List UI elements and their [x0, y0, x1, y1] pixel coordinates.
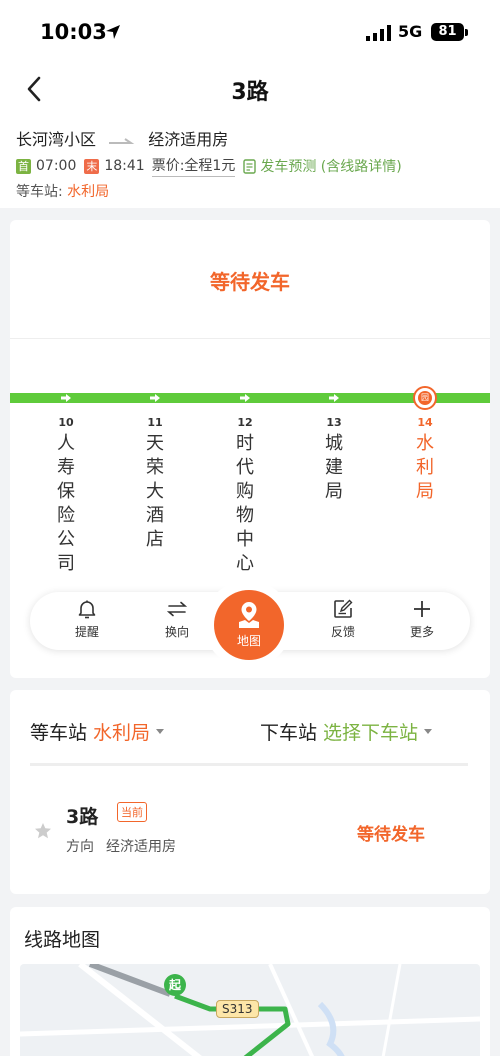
stop-number: 10	[58, 416, 74, 429]
stop-item[interactable]: 13 城建局	[314, 416, 354, 504]
status-time: 10:03	[40, 20, 107, 44]
alight-station-selector[interactable]: 下车站 选择下车站	[260, 718, 433, 745]
direction-label: 方向	[66, 839, 94, 855]
battery-cap	[465, 29, 468, 36]
route-from: 长河湾小区	[16, 130, 97, 149]
road-label: S313	[216, 1000, 259, 1018]
direction-arrow-icon	[61, 394, 71, 402]
route-map-title: 线路地图	[24, 929, 101, 951]
swap-arrows-icon	[166, 601, 188, 617]
map-button[interactable]: 地图	[214, 590, 284, 660]
route-to: 经济适用房	[148, 130, 229, 149]
map-pin-icon	[239, 602, 259, 628]
more-button[interactable]: 更多	[392, 598, 452, 640]
forecast-link[interactable]: 发车预测 (含线路详情)	[243, 156, 402, 176]
alight-station-label: 下车站	[260, 722, 318, 744]
divider	[30, 763, 468, 766]
header-section: 10:03 5G 81 3路 长河湾小区 经济适用房 首 07:00 末 18:…	[0, 0, 500, 208]
plus-icon	[414, 601, 430, 617]
direction-arrow-icon	[240, 394, 250, 402]
direction-value: 经济适用房	[106, 839, 176, 855]
more-label: 更多	[409, 625, 434, 639]
feedback-label: 反馈	[330, 625, 355, 639]
stop-number: 13	[326, 416, 342, 429]
page-title: 3路	[231, 80, 269, 105]
route-map[interactable]: 起 S313	[20, 964, 480, 1056]
departure-status: 等待发车	[210, 270, 290, 294]
star-icon[interactable]	[34, 822, 52, 840]
reverse-button[interactable]: 换向	[147, 598, 207, 640]
remind-button[interactable]: 提醒	[57, 598, 117, 640]
station-select-panel: 等车站 水利局 下车站 选择下车站 3路 当前 方向 经济适用房 等待发车	[10, 690, 490, 894]
reverse-label: 换向	[164, 625, 189, 639]
first-bus-time: 07:00	[36, 158, 77, 174]
my-station-pin-icon: 园	[413, 386, 437, 410]
route-map-panel: 线路地图 起 S313	[10, 907, 490, 1056]
route-arrow-icon	[109, 137, 135, 144]
remind-label: 提醒	[74, 625, 99, 639]
bell-icon	[78, 600, 96, 619]
stop-name: 水利局	[416, 433, 434, 502]
document-icon	[243, 158, 257, 174]
bus-direction: 方向 经济适用房	[66, 836, 176, 856]
stop-number: 14	[417, 416, 433, 429]
direction-arrow-icon	[150, 394, 160, 402]
network-type: 5G	[398, 22, 423, 41]
start-marker: 起	[164, 974, 186, 996]
stop-name: 城建局	[325, 433, 343, 502]
direction-arrow-icon	[329, 394, 339, 402]
stop-number: 12	[237, 416, 253, 429]
wait-station-label: 等车站	[30, 722, 88, 744]
edit-icon	[334, 599, 353, 618]
wait-station-value[interactable]: 水利局	[67, 184, 109, 200]
wait-station-value: 水利局	[93, 722, 151, 744]
first-bus-tag: 首	[16, 158, 31, 174]
pin-label: 园	[418, 391, 432, 405]
bus-line-name: 3路	[66, 806, 99, 828]
line-panel: 等待发车 园 10 人寿保险公司 11 天荣大酒店 12 时代购物中心 13 城…	[10, 220, 490, 678]
stop-name: 天荣大酒店	[146, 433, 164, 550]
fare-link[interactable]: 票价:全程1元	[151, 155, 236, 177]
stop-name: 人寿保险公司	[57, 433, 75, 574]
alight-station-value: 选择下车站	[323, 722, 419, 744]
wait-station-line: 等车站: 水利局	[16, 181, 109, 201]
route-endpoints: 长河湾小区 经济适用房	[16, 126, 228, 150]
forecast-label: 发车预测 (含线路详情)	[260, 159, 402, 175]
battery-icon: 81	[431, 23, 464, 41]
feedback-button[interactable]: 反馈	[313, 598, 373, 640]
stop-item[interactable]: 10 人寿保险公司	[46, 416, 86, 576]
last-bus-tag: 末	[84, 158, 100, 174]
chevron-down-icon	[156, 729, 165, 734]
current-badge: 当前	[117, 802, 147, 822]
stop-item[interactable]: 12 时代购物中心	[225, 416, 265, 576]
wait-station-label: 等车站:	[16, 184, 63, 200]
stop-number: 11	[147, 416, 163, 429]
stop-name: 时代购物中心	[236, 433, 254, 574]
stop-item-current[interactable]: 14 水利局	[405, 416, 445, 504]
stop-item[interactable]: 11 天荣大酒店	[135, 416, 175, 552]
map-label: 地图	[236, 634, 261, 648]
divider	[10, 338, 490, 339]
chevron-down-icon	[424, 729, 433, 734]
signal-icon	[366, 25, 391, 41]
route-info: 首 07:00 末 18:41 票价:全程1元 发车预测 (含线路详情)	[16, 155, 402, 177]
wait-station-selector[interactable]: 等车站 水利局	[30, 718, 165, 745]
bus-status: 等待发车	[357, 825, 425, 845]
status-bar: 10:03 5G 81	[0, 0, 500, 62]
location-arrow-icon	[106, 25, 120, 39]
last-bus-time: 18:41	[104, 158, 145, 174]
